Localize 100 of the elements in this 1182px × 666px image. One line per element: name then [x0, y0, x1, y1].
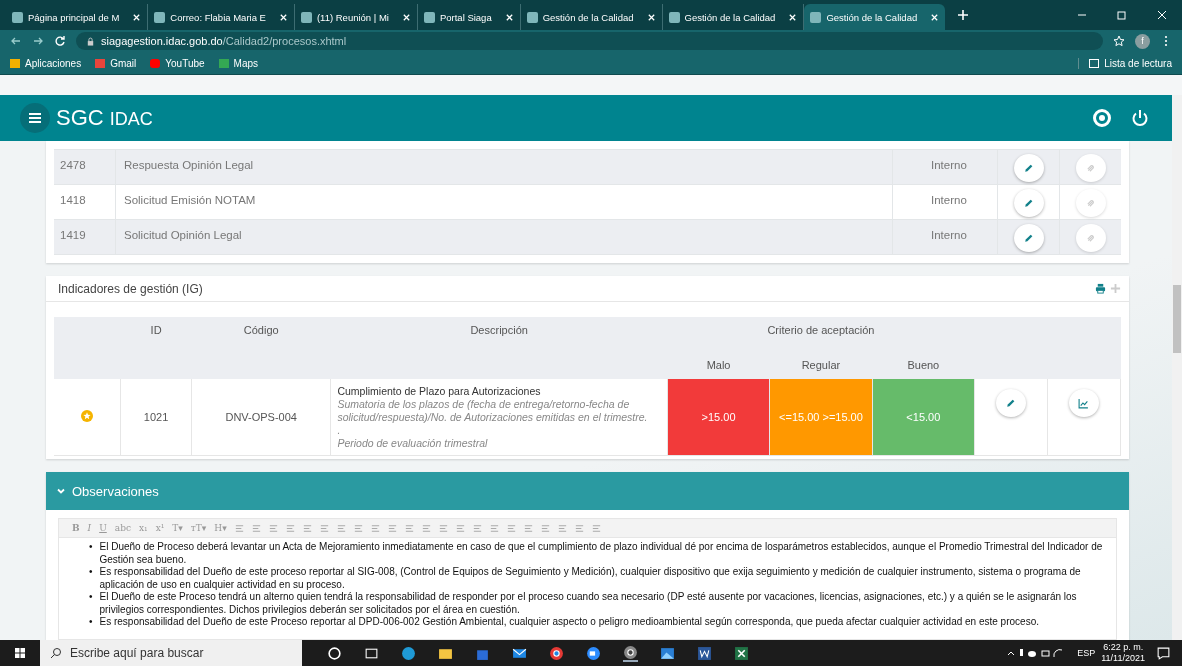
- restore-icon[interactable]: [1116, 9, 1128, 21]
- excel-icon[interactable]: [734, 645, 749, 661]
- toolbar-icon[interactable]: [522, 522, 534, 534]
- toolbar-icon[interactable]: [250, 522, 262, 534]
- toolbar-icon[interactable]: [454, 522, 466, 534]
- pencil-icon: [1023, 197, 1034, 209]
- table-cell: Cumplimiento de Plazo para Autorizaciones Sumatoria de los plazos de (fecha de entrega/retorno-fecha de solicitud/respuesta)/No. de Autorizaciones emitidas en el trimestre. . Periodo de evaluación trimestral: [330, 379, 668, 456]
- toolbar-icon[interactable]: [437, 522, 449, 534]
- toolbar-icon[interactable]: [573, 522, 585, 534]
- toolbar-icon[interactable]: [505, 522, 517, 534]
- toolbar-icon[interactable]: [267, 522, 279, 534]
- paperclip-icon: [1085, 232, 1096, 244]
- toolbar-icon[interactable]: [352, 522, 364, 534]
- toolbar-icon[interactable]: [539, 522, 551, 534]
- close-icon[interactable]: [504, 12, 514, 22]
- column-header: Descripción: [330, 317, 668, 379]
- toolbar-icon[interactable]: [335, 522, 347, 534]
- bookmark-link[interactable]: Gmail: [95, 57, 137, 69]
- toolbar-icon[interactable]: [590, 522, 602, 534]
- app-title: SGC IDAC: [56, 105, 153, 131]
- windows-start-icon[interactable]: [14, 647, 26, 659]
- toolbar-icon[interactable]: [386, 522, 398, 534]
- toolbar-icon[interactable]: [369, 522, 381, 534]
- bullet-marker: •: [89, 616, 93, 629]
- address-bar[interactable]: siagagestion.idac.gob.do/Calidad2/procesos.xhtml: [76, 32, 1103, 50]
- observation-text: Es responsabilidad del Dueño de este proceso reportar al SIG-008, (Control de Equipos de Seguimiento y Medición), cualquier dispositivo que exija seguimiento y medición de cualquier instrumento, sistema o programa de aplicación de uso en cualquier actividad en su proceso.: [99, 566, 1082, 591]
- toolbar-icon[interactable]: [471, 522, 483, 534]
- back-icon[interactable]: [10, 35, 22, 47]
- paperclip-icon: [1085, 162, 1096, 174]
- help-icon[interactable]: [1092, 108, 1112, 128]
- reload-icon[interactable]: [54, 35, 66, 47]
- favicon-icon: [12, 11, 23, 23]
- chrome-icon[interactable]: [549, 645, 564, 661]
- star-icon[interactable]: [1113, 35, 1125, 47]
- toolbar-icon[interactable]: [301, 522, 313, 534]
- table-cell: Respuesta Opinión Legal: [116, 150, 893, 184]
- table-cell: 1418: [54, 185, 116, 219]
- chevron-down-icon: [56, 486, 66, 496]
- card-title: Indicadores de gestión (IG): [58, 281, 203, 296]
- close-icon[interactable]: [930, 12, 940, 22]
- toolbar-icon[interactable]: [420, 522, 432, 534]
- close-icon[interactable]: [278, 12, 288, 22]
- photos-icon[interactable]: [660, 645, 675, 661]
- word-icon[interactable]: [697, 645, 712, 661]
- close-icon[interactable]: [1156, 9, 1168, 21]
- table-cell: 2478: [54, 150, 116, 184]
- forward-icon[interactable]: [32, 35, 44, 47]
- language-indicator[interactable]: ESP: [1077, 648, 1096, 658]
- print-icon[interactable]: [1095, 283, 1106, 294]
- column-header: Malo: [667, 351, 770, 379]
- toolbar-icon[interactable]: [556, 522, 568, 534]
- browser-tab[interactable]: Gestión de la Calidad: [804, 4, 946, 30]
- table-cell: DNV-OPS-004: [191, 379, 331, 456]
- column-header: Código: [191, 317, 331, 379]
- column-header: ID: [120, 317, 192, 379]
- bookmark-link[interactable]: Maps: [218, 57, 259, 69]
- toolbar-icon[interactable]: [318, 522, 330, 534]
- toolbar-icon[interactable]: [403, 522, 415, 534]
- toolbar-icon[interactable]: [488, 522, 500, 534]
- favicon-icon: [526, 11, 538, 23]
- favicon-icon: [423, 11, 435, 23]
- observation-text: El Dueño de Proceso deberá levantar un Acta de Mejoramiento inmediatamente en caso de que el cumplimiento de plazo individual dé por encima de losparámetros establecidos, aunque el Promedio Trimestral del Indicador de Gestión sea bueno.: [99, 541, 1104, 566]
- circle-icon[interactable]: [327, 645, 342, 661]
- close-icon[interactable]: [788, 12, 798, 22]
- close-icon[interactable]: [646, 12, 656, 22]
- close-icon[interactable]: [401, 12, 411, 22]
- video-icon[interactable]: [586, 645, 601, 661]
- power-icon[interactable]: [1130, 108, 1150, 128]
- favicon-icon: [668, 11, 680, 23]
- clock[interactable]: 6:22 p. m. 11/11/2021: [1101, 640, 1145, 666]
- bookmark-link[interactable]: YouTube: [150, 57, 205, 69]
- bullet-marker: •: [89, 591, 93, 604]
- favicon-icon: [300, 11, 312, 23]
- bullet-marker: •: [89, 566, 93, 579]
- taskbar-search-field[interactable]: Escribe aquí para buscar: [40, 640, 302, 666]
- table-cell: Solicitud Emisión NOTAM: [116, 185, 893, 219]
- table-cell: Solicitud Opinión Legal: [116, 220, 893, 254]
- criterion-cell: <=15.00 >=15.00: [769, 379, 873, 456]
- bookmark-link[interactable]: Aplicaciones: [10, 57, 82, 69]
- lock-icon: [86, 36, 95, 46]
- toolbar-icon[interactable]: [284, 522, 296, 534]
- criterion-cell: >15.00: [667, 379, 770, 456]
- new-tab-icon[interactable]: [957, 9, 970, 21]
- bullet-marker: •: [89, 541, 93, 554]
- chart-button[interactable]: [1068, 389, 1099, 417]
- observation-text: Es responsabilidad del Dueño de este Proceso reportar al DPD-006-002 Gestión Ambiental, cualquier aspecto o peligro medioambiental según corresponda, que pueda afectar cualquier actividad en este proceso.: [99, 616, 1040, 629]
- edge-icon[interactable]: [401, 645, 416, 661]
- favicon-icon: [810, 11, 822, 23]
- search-icon: [50, 647, 62, 659]
- menu-icon[interactable]: [20, 103, 50, 133]
- criterion-cell: <15.00: [872, 379, 975, 456]
- scrollbar-thumb[interactable]: [1173, 285, 1181, 353]
- chrome-icon[interactable]: [623, 644, 638, 662]
- line-chart-icon: [1078, 397, 1090, 409]
- reading-list-button[interactable]: Lista de lectura: [1078, 57, 1172, 69]
- notification-icon[interactable]: [1156, 645, 1171, 661]
- close-icon[interactable]: [132, 12, 142, 22]
- column-header: Bueno: [872, 351, 975, 379]
- rich-text-editor[interactable]: [58, 518, 1117, 640]
- toolbar-icon[interactable]: [233, 522, 245, 534]
